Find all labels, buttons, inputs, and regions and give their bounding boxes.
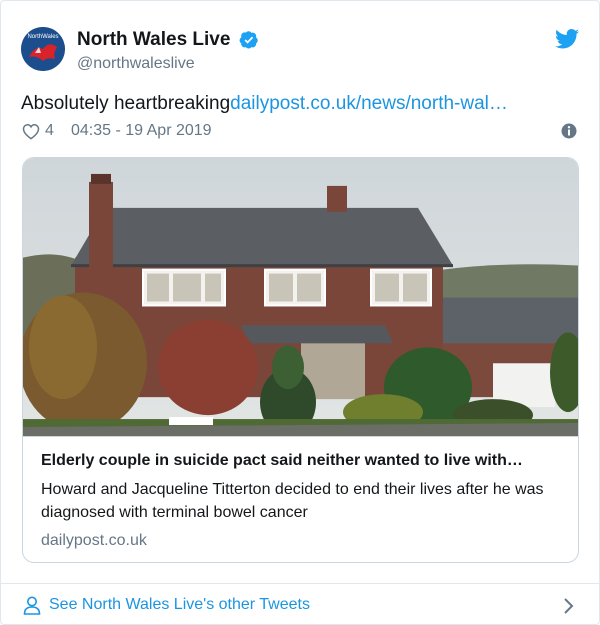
person-icon	[23, 596, 41, 615]
info-icon[interactable]	[561, 123, 577, 139]
name-block[interactable]: North Wales Live @northwaleslive	[77, 29, 259, 73]
verified-badge-icon	[239, 31, 258, 49]
heart-icon[interactable]	[22, 123, 40, 140]
avatar-logo-text: NorthWales	[27, 34, 58, 40]
footer-divider	[1, 583, 600, 584]
card-domain[interactable]: dailypost.co.uk	[41, 532, 562, 550]
see-more-tweets[interactable]: See North Wales Live's other Tweets	[23, 595, 579, 617]
handle[interactable]: @northwaleslive	[77, 55, 259, 73]
tweet-header: NorthWales North Wales Live @northwalesl…	[21, 25, 581, 77]
timestamp[interactable]: 04:35 - 19 Apr 2019	[71, 122, 212, 140]
tweet-meta: 4 04:35 - 19 Apr 2019	[21, 122, 577, 142]
card-title[interactable]: Elderly couple in suicide pact said neit…	[41, 452, 562, 470]
card-description[interactable]: Howard and Jacqueline Titterton decided …	[41, 478, 562, 524]
see-more-link[interactable]: See North Wales Live's other Tweets	[49, 596, 310, 614]
embedded-tweet: NorthWales North Wales Live @northwalesl…	[0, 0, 600, 625]
display-name[interactable]: North Wales Live	[77, 29, 230, 51]
twitter-bird-icon[interactable]	[555, 29, 579, 49]
tweet-link[interactable]: dailypost.co.uk/news/north-wal…	[230, 93, 508, 114]
card-image[interactable]	[23, 158, 579, 437]
avatar[interactable]: NorthWales	[21, 27, 65, 71]
tweet-text-body: Absolutely heartbreaking	[21, 93, 231, 114]
chevron-right-icon[interactable]	[563, 597, 575, 615]
like-count[interactable]: 4	[45, 122, 54, 140]
link-card[interactable]: Elderly couple in suicide pact said neit…	[22, 157, 579, 563]
tweet-text: Absolutely heartbreakingdailypost.co.uk/…	[21, 93, 508, 115]
card-body[interactable]: Elderly couple in suicide pact said neit…	[23, 438, 578, 562]
